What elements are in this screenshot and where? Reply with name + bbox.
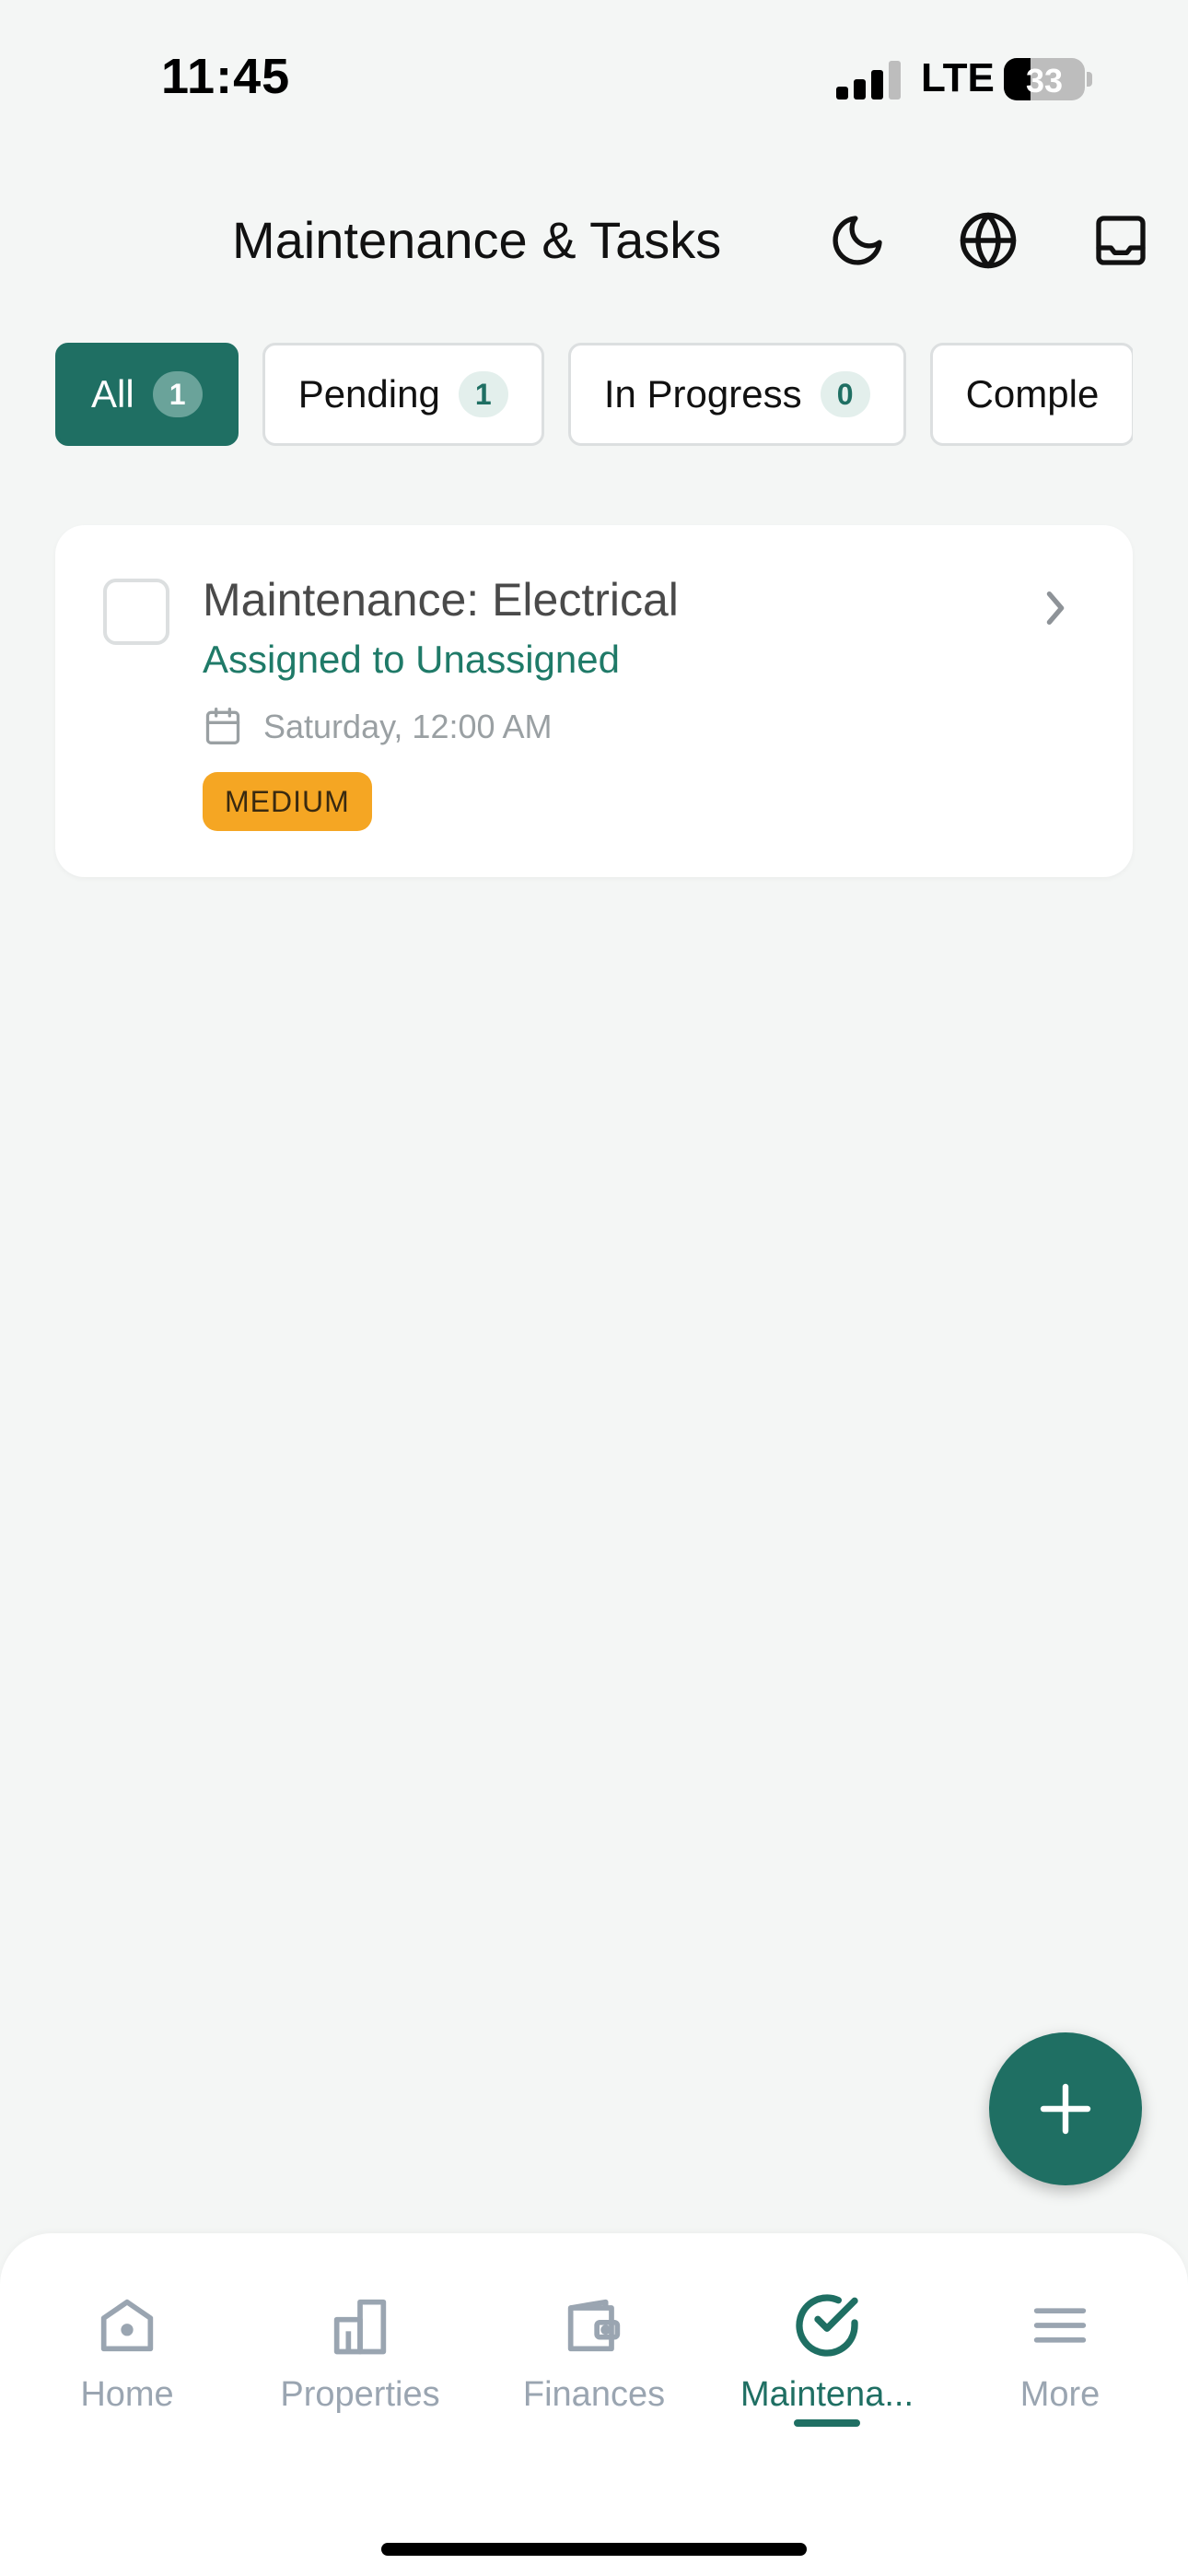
battery-icon: 33 xyxy=(1004,58,1085,100)
tab-all[interactable]: All 1 xyxy=(55,343,239,446)
tab-label: Comple xyxy=(965,372,1100,416)
nav-label: Maintena... xyxy=(740,2375,914,2414)
calendar-icon xyxy=(203,706,243,746)
bottom-nav: Home Properties Finances Maintena... Mor… xyxy=(0,2233,1188,2576)
task-assignee: Assigned to Unassigned xyxy=(203,638,620,681)
tab-in-progress[interactable]: In Progress 0 xyxy=(567,343,906,446)
status-bar: 11:45 LTE 33 xyxy=(0,0,1188,157)
nav-label: Finances xyxy=(522,2375,666,2414)
chevron-right-icon[interactable] xyxy=(1037,582,1074,634)
tab-count-badge: 1 xyxy=(152,371,203,417)
check-circle-icon xyxy=(790,2289,864,2362)
add-task-button[interactable] xyxy=(989,2032,1142,2185)
battery-nub xyxy=(1087,72,1092,87)
nav-item-more[interactable]: More xyxy=(945,2289,1175,2473)
tab-count-badge: 1 xyxy=(458,371,508,417)
wallet-icon xyxy=(557,2289,631,2362)
task-date: Saturday, 12:00 AM xyxy=(263,708,553,745)
moon-icon[interactable] xyxy=(825,208,890,273)
tab-label: In Progress xyxy=(603,372,802,416)
battery-percent: 33 xyxy=(1025,62,1064,100)
home-icon xyxy=(90,2289,164,2362)
globe-icon[interactable] xyxy=(956,208,1020,273)
screen: 11:45 LTE 33 Maintenance & Tasks All 1 P… xyxy=(0,0,1188,2576)
nav-label: More xyxy=(1019,2375,1101,2414)
signal-icon xyxy=(836,61,901,100)
nav-item-properties[interactable]: Properties xyxy=(245,2289,475,2473)
tab-count-badge: 0 xyxy=(820,371,870,417)
nav-item-finances[interactable]: Finances xyxy=(479,2289,709,2473)
building-icon xyxy=(323,2289,397,2362)
tab-completed[interactable]: Comple xyxy=(929,343,1133,446)
filter-tabs: All 1 Pending 1 In Progress 0 Comple xyxy=(55,343,1133,448)
home-indicator xyxy=(381,2543,807,2556)
task-card[interactable]: Maintenance: Electrical Assigned to Unas… xyxy=(55,525,1133,877)
nav-label: Home xyxy=(80,2375,174,2414)
menu-icon xyxy=(1023,2289,1097,2362)
page-title: Maintenance & Tasks xyxy=(232,211,722,269)
tab-pending[interactable]: Pending 1 xyxy=(262,343,544,446)
priority-badge: MEDIUM xyxy=(203,772,372,831)
tab-label: All xyxy=(91,372,134,416)
task-checkbox[interactable] xyxy=(103,579,169,645)
nav-item-maintenance[interactable]: Maintena... xyxy=(712,2289,942,2473)
inbox-icon[interactable] xyxy=(1089,208,1153,273)
nav-label: Properties xyxy=(280,2375,440,2414)
network-label: LTE xyxy=(921,55,995,100)
status-time: 11:45 xyxy=(161,49,291,104)
plus-icon xyxy=(1040,2083,1091,2135)
active-tab-indicator xyxy=(794,2419,860,2427)
task-title: Maintenance: Electrical xyxy=(203,574,679,626)
nav-item-home[interactable]: Home xyxy=(12,2289,242,2473)
tab-label: Pending xyxy=(297,372,440,416)
